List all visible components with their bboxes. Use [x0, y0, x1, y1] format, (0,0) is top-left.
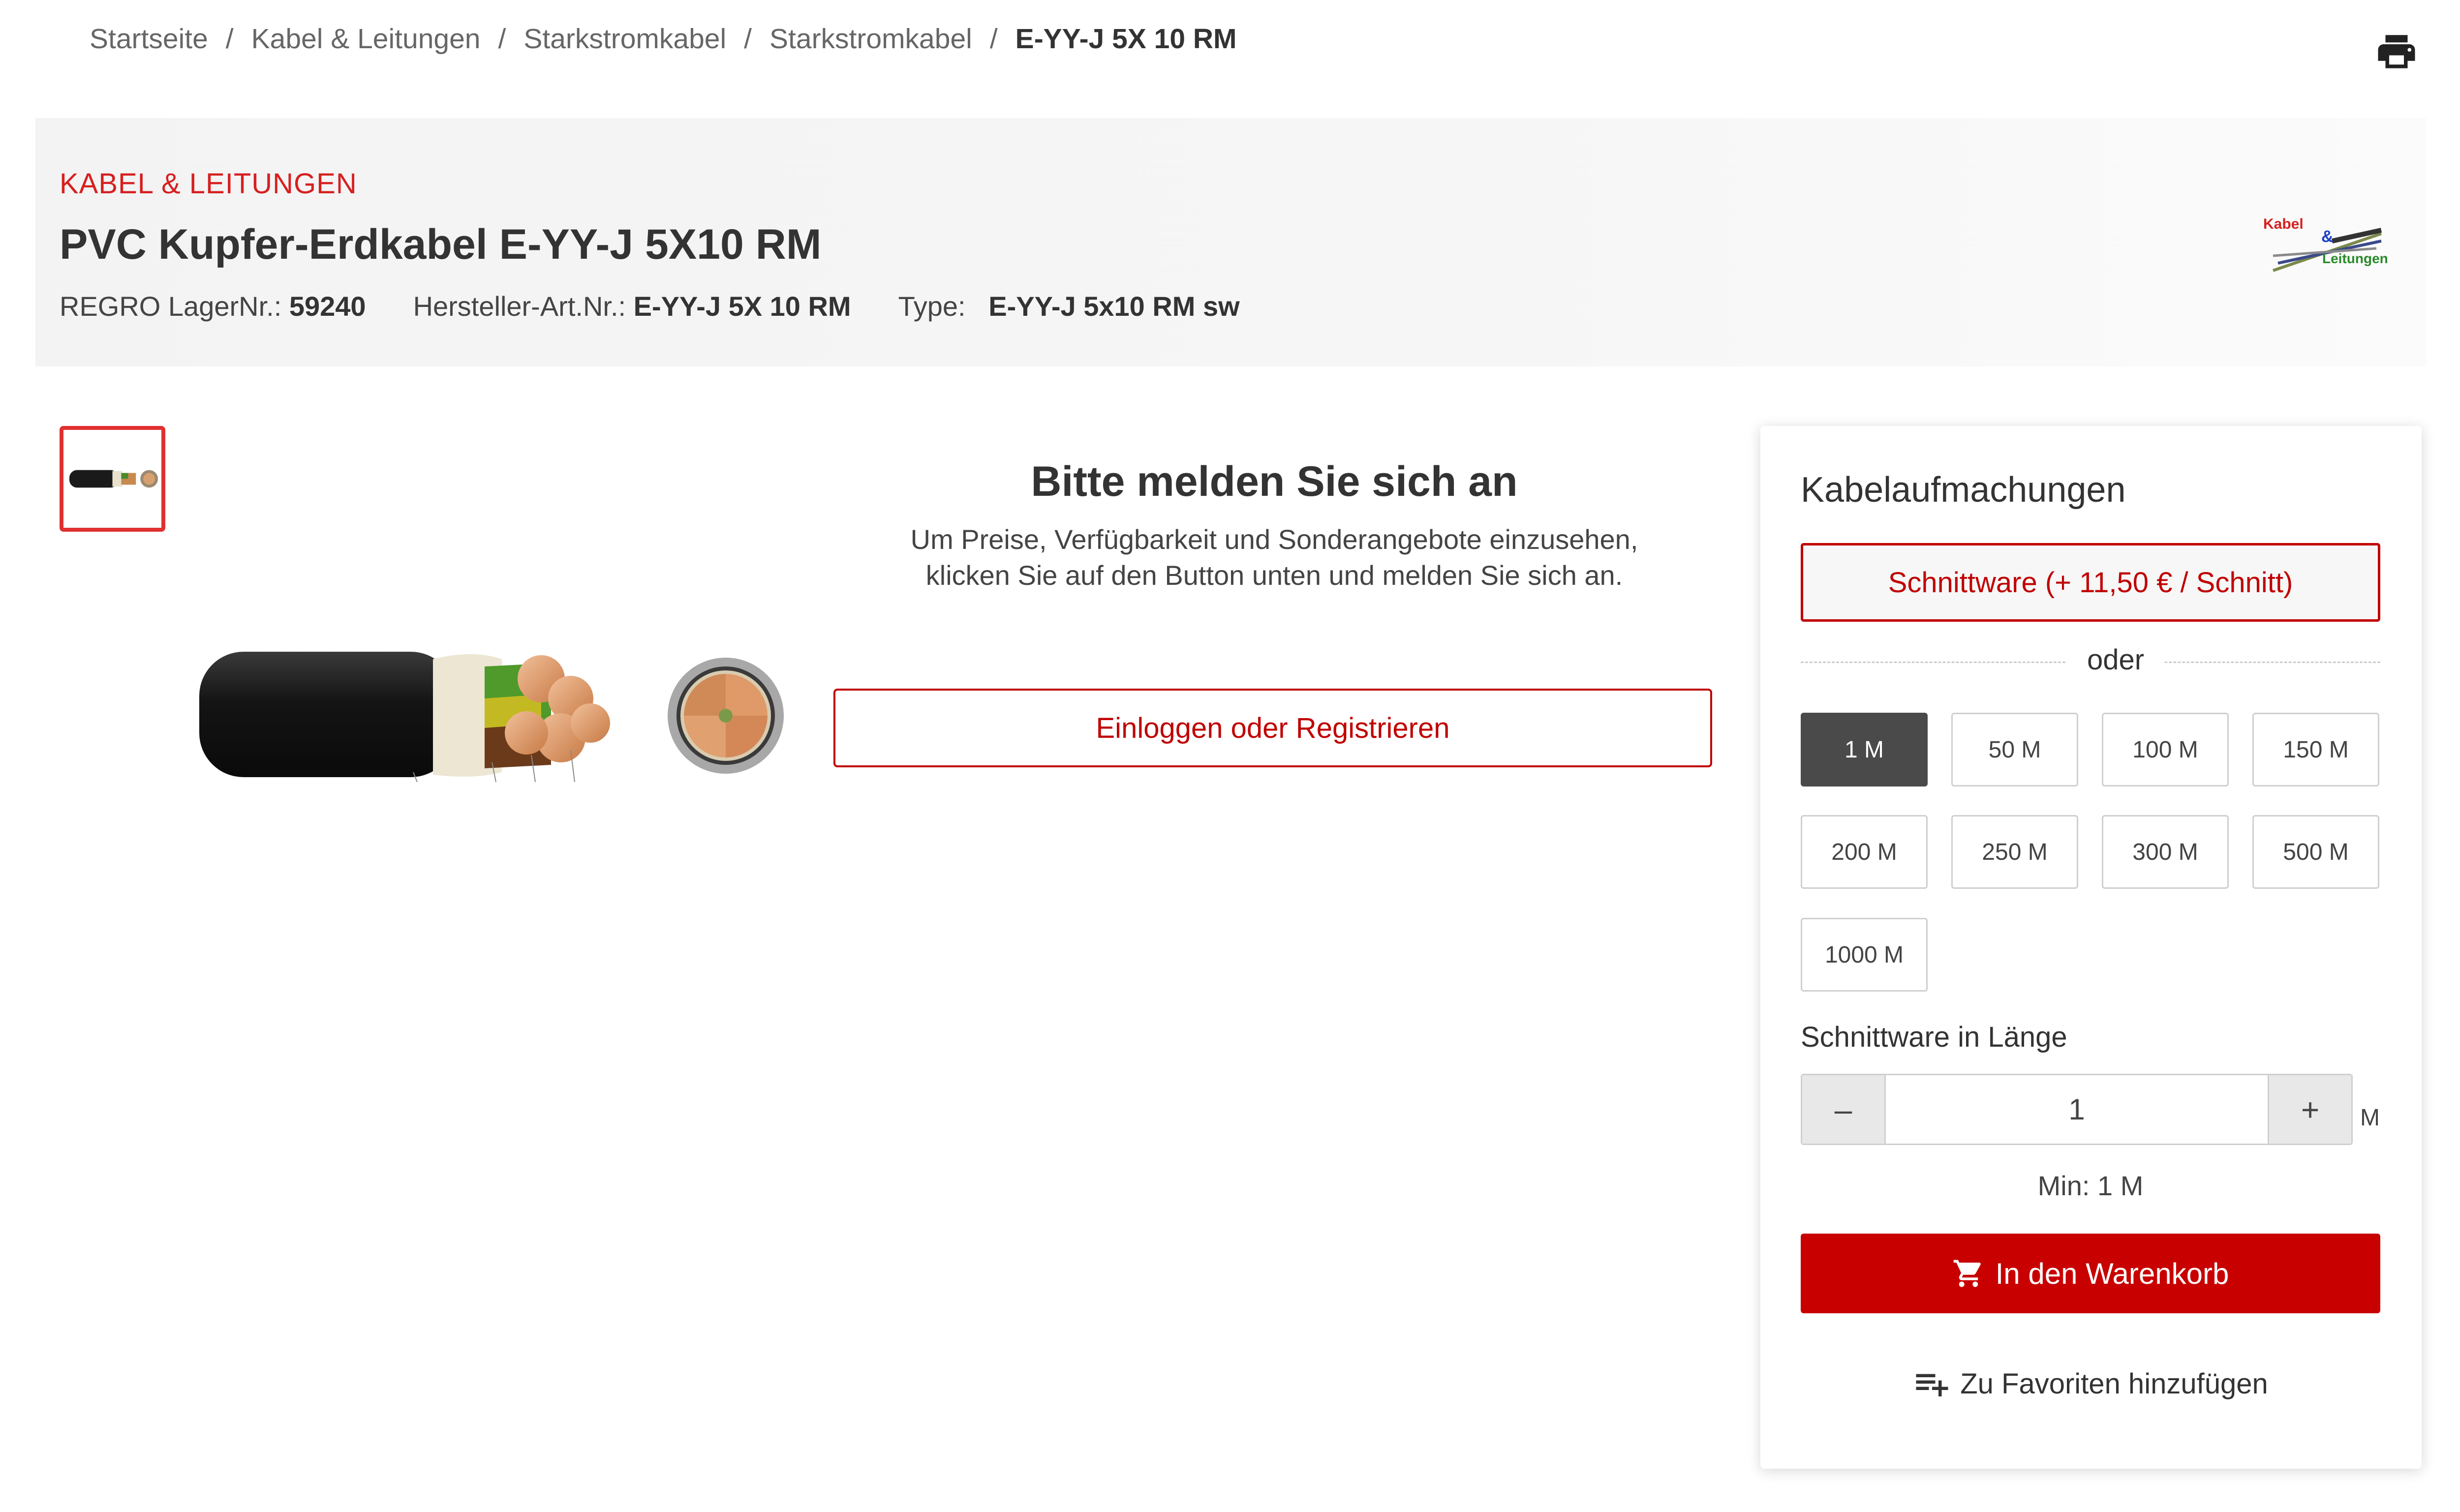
length-option-150m[interactable]: 150 M — [2252, 713, 2379, 786]
cut-goods-button[interactable]: Schnittware (+ 11,50 € / Schnitt) — [1801, 543, 2380, 622]
or-label: oder — [2066, 643, 2165, 676]
product-type-label: Type: — [898, 291, 966, 322]
length-option-300m[interactable]: 300 M — [2102, 815, 2229, 889]
lager-nr-value: 59240 — [289, 291, 366, 322]
brand-logo[interactable]: Kabel & Leitungen — [2258, 207, 2391, 285]
breadcrumb-link-kabel-leitungen[interactable]: Kabel & Leitungen — [251, 23, 481, 55]
product-meta: REGRO LagerNr.: 59240 Hersteller-Art.Nr.… — [60, 290, 1287, 322]
breadcrumb-separator: / — [498, 23, 506, 55]
product-title: PVC Kupfer-Erdkabel E-YY-J 5X10 RM — [60, 221, 822, 268]
length-label: Schnittware in Länge — [1801, 1021, 2067, 1053]
breadcrumb-separator: / — [225, 23, 234, 55]
playlist-add-icon — [1916, 1374, 1948, 1396]
lager-nr: REGRO LagerNr.: 59240 — [60, 290, 366, 322]
brand-logo-text-amp: & — [2321, 227, 2334, 246]
cart-icon — [1953, 1260, 1981, 1287]
add-to-cart-label: In den Warenkorb — [1995, 1257, 2229, 1290]
breadcrumb: Startseite / Kabel & Leitungen / Starkst… — [90, 22, 1237, 56]
hersteller-art-nr: Hersteller-Art.Nr.: E-YY-J 5X 10 RM — [413, 290, 851, 322]
length-option-50m[interactable]: 50 M — [1951, 713, 2078, 786]
panel-title: Kabelaufmachungen — [1801, 470, 2126, 510]
breadcrumb-link-starkstromkabel-sub[interactable]: Starkstromkabel — [769, 23, 972, 55]
brand-logo-text-2: Leitungen — [2322, 251, 2388, 266]
lager-nr-label: REGRO LagerNr.: — [60, 291, 282, 322]
add-to-favorites-label: Zu Favoriten hinzufügen — [1960, 1367, 2268, 1400]
product-type: Type: E-YY-J 5x10 RM sw — [898, 290, 1240, 322]
decrement-button[interactable]: – — [1802, 1075, 1884, 1144]
hersteller-art-nr-value: E-YY-J 5X 10 RM — [633, 291, 851, 322]
breadcrumb-separator: / — [989, 23, 998, 55]
thumbnail-image — [69, 470, 158, 488]
product-image — [199, 652, 784, 783]
login-register-button[interactable]: Einloggen oder Registrieren — [833, 689, 1712, 767]
length-option-1m[interactable]: 1 M — [1801, 713, 1928, 786]
length-option-500m[interactable]: 500 M — [2252, 815, 2379, 889]
breadcrumb-current: E-YY-J 5X 10 RM — [1015, 23, 1237, 55]
length-stepper: – + — [1801, 1074, 2353, 1145]
breadcrumb-link-starkstromkabel[interactable]: Starkstromkabel — [523, 23, 726, 55]
length-option-200m[interactable]: 200 M — [1801, 815, 1928, 889]
breadcrumb-separator: / — [744, 23, 752, 55]
length-input[interactable] — [1884, 1075, 2269, 1144]
login-text: Um Preise, Verfügbarkeit und Sonderangeb… — [910, 524, 1638, 591]
add-to-favorites-button[interactable]: Zu Favoriten hinzufügen — [1801, 1361, 2380, 1406]
breadcrumb-link-startseite[interactable]: Startseite — [90, 23, 208, 55]
print-button[interactable] — [2374, 30, 2419, 74]
length-option-1000m[interactable]: 1000 M — [1801, 918, 1928, 992]
add-to-cart-button[interactable]: In den Warenkorb — [1801, 1234, 2380, 1313]
login-title: Bitte melden Sie sich an — [1031, 458, 1518, 505]
product-type-value: E-YY-J 5x10 RM sw — [988, 291, 1240, 322]
length-unit: M — [2360, 1105, 2380, 1131]
length-option-100m[interactable]: 100 M — [2102, 713, 2229, 786]
increment-button[interactable]: + — [2269, 1075, 2351, 1144]
hersteller-art-nr-label: Hersteller-Art.Nr.: — [413, 291, 626, 322]
min-length-text: Min: 1 M — [2037, 1170, 2144, 1201]
product-category[interactable]: KABEL & LEITUNGEN — [60, 167, 357, 200]
print-icon — [2378, 35, 2415, 68]
length-option-250m[interactable]: 250 M — [1951, 815, 2078, 889]
brand-logo-text-1: Kabel — [2263, 216, 2304, 232]
product-thumbnail[interactable] — [60, 426, 165, 532]
